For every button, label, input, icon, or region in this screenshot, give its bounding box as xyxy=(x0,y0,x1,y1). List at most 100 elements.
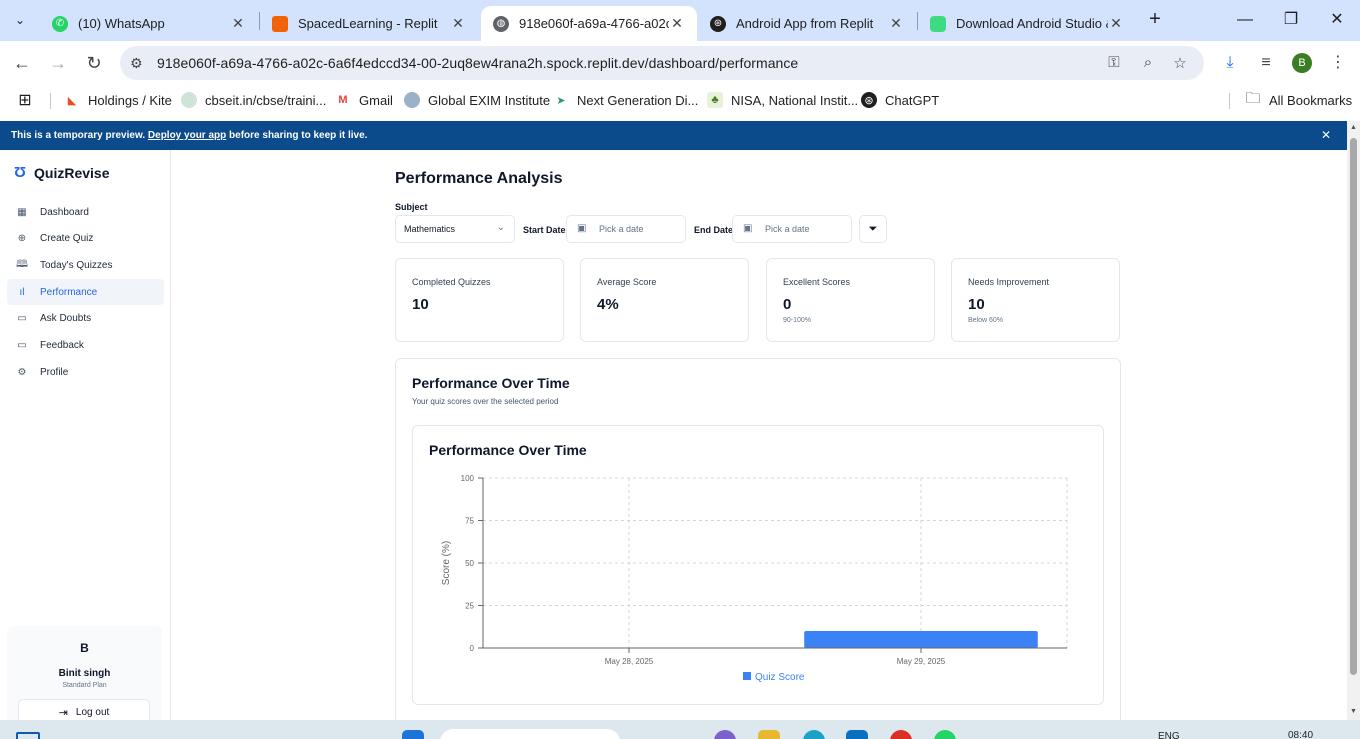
bookmark-nisa[interactable]: ♣ NISA, National Instit... xyxy=(707,91,858,109)
x-tick-label: May 29, 2025 xyxy=(897,657,946,666)
filter-button[interactable]: ⏷ xyxy=(859,215,887,243)
sidebar-item-todays-quizzes[interactable]: 🕮 Today's Quizzes xyxy=(7,252,164,278)
media-control-icon[interactable]: ≡ xyxy=(1254,51,1278,75)
profile-avatar[interactable]: B xyxy=(1292,53,1312,73)
tab-search-icon[interactable]: ⌄ xyxy=(8,8,32,32)
sidebar-item-label: Feedback xyxy=(40,339,84,351)
card-title: Performance Over Time xyxy=(412,375,570,391)
bar-chart-icon: ıl xyxy=(19,286,25,298)
chrome-icon[interactable] xyxy=(890,730,912,739)
tab-whatsapp[interactable]: ✆ (10) WhatsApp ✕ xyxy=(40,6,258,41)
whatsapp-icon[interactable] xyxy=(934,730,956,739)
close-tab-icon[interactable]: ✕ xyxy=(230,15,246,32)
scroll-up-icon[interactable]: ▲ xyxy=(1347,124,1360,131)
dashboard-icon: ▦ xyxy=(17,206,27,218)
minimize-icon[interactable]: — xyxy=(1233,8,1257,32)
sidebar-item-performance[interactable]: ıl Performance xyxy=(7,279,164,305)
tab-preview-active[interactable]: ◍ 918e060f-a69a-4766-a02c-6 ✕ xyxy=(481,6,697,41)
gmail-icon: M xyxy=(338,94,348,106)
taskbar-search[interactable] xyxy=(440,729,620,739)
y-tick-label: 100 xyxy=(461,474,475,483)
banner-text: before sharing to keep it live. xyxy=(226,130,368,141)
bookmark-exim[interactable]: Global EXIM Institute xyxy=(404,91,550,109)
tab-title: Download Android Studio & xyxy=(956,16,1108,31)
windows-icon[interactable] xyxy=(402,730,424,739)
stat-title: Completed Quizzes xyxy=(412,277,491,287)
edge-icon[interactable] xyxy=(803,730,825,739)
forward-icon[interactable]: → xyxy=(46,51,70,75)
brand[interactable]: Ʊ QuizRevise xyxy=(14,164,110,181)
menu-icon[interactable]: ⋮ xyxy=(1326,51,1350,75)
sidebar-item-feedback[interactable]: ▭ Feedback xyxy=(7,332,164,358)
sidebar-item-dashboard[interactable]: ▦ Dashboard xyxy=(7,199,164,225)
close-tab-icon[interactable]: ✕ xyxy=(450,15,466,32)
chatgpt-icon: ⊛ xyxy=(861,92,877,108)
calendar-icon: ▣ xyxy=(577,223,587,234)
scroll-down-icon[interactable]: ▼ xyxy=(1347,708,1360,715)
site-info-icon[interactable]: ⚙ xyxy=(130,55,143,72)
close-tab-icon[interactable]: ✕ xyxy=(1108,15,1124,32)
logout-button[interactable]: ⇥ Log out xyxy=(18,699,150,720)
taskbar-app-icon[interactable] xyxy=(714,730,736,739)
main-content: Performance Analysis Subject Mathematics… xyxy=(171,150,1347,720)
sidebar-item-create-quiz[interactable]: ⊕ Create Quiz xyxy=(7,225,164,251)
sidebar-item-label: Profile xyxy=(40,366,69,378)
sidebar-item-label: Dashboard xyxy=(40,206,89,218)
user-card: B Binit singh Standard Plan ⇥ Log out xyxy=(7,626,162,720)
page-scrollbar[interactable]: ▲ ▼ xyxy=(1347,121,1360,720)
nisa-icon: ♣ xyxy=(707,92,723,108)
close-tab-icon[interactable]: ✕ xyxy=(888,15,904,32)
scroll-thumb[interactable] xyxy=(1350,138,1357,675)
legend-label: Quiz Score xyxy=(755,672,805,683)
reload-icon[interactable]: ↻ xyxy=(82,51,106,75)
bookmark-next-generation[interactable]: ➤ Next Generation Di... xyxy=(553,91,698,109)
filter-icon: ⏷ xyxy=(868,223,878,235)
sidebar-item-ask-doubts[interactable]: ▭ Ask Doubts xyxy=(7,305,164,331)
tab-android-studio[interactable]: Download Android Studio & ✕ xyxy=(918,6,1136,41)
bookmark-cbse[interactable]: cbseit.in/cbse/traini... xyxy=(181,91,326,109)
zoom-icon[interactable]: ⌕ xyxy=(1138,54,1158,74)
start-icon[interactable] xyxy=(16,732,40,739)
end-date-picker[interactable]: ▣ Pick a date xyxy=(732,215,852,243)
bookmark-kite[interactable]: ◣ Holdings / Kite xyxy=(64,91,172,109)
file-explorer-icon[interactable] xyxy=(758,730,780,739)
back-icon[interactable]: ← xyxy=(10,51,34,75)
bookmark-label: cbseit.in/cbse/traini... xyxy=(205,92,327,108)
password-key-icon[interactable]: ⚿ xyxy=(1104,54,1124,74)
download-icon[interactable]: ⤓ xyxy=(1218,51,1242,75)
x-tick-label: May 28, 2025 xyxy=(605,657,654,666)
bookmark-chatgpt[interactable]: ⊛ ChatGPT xyxy=(861,91,939,109)
store-icon[interactable] xyxy=(846,730,868,739)
deploy-link[interactable]: Deploy your app xyxy=(148,130,226,141)
language-indicator[interactable]: ENG xyxy=(1158,731,1180,739)
y-tick-label: 0 xyxy=(470,644,475,653)
stat-card-average: Average Score 4% xyxy=(580,258,749,342)
tab-android-app[interactable]: ⊛ Android App from Replit ✕ xyxy=(698,6,916,41)
subject-select[interactable]: Mathematics ⌄ xyxy=(395,215,515,243)
feedback-icon: ▭ xyxy=(17,339,27,351)
close-tab-icon[interactable]: ✕ xyxy=(669,15,685,32)
new-tab-icon[interactable]: + xyxy=(1144,9,1166,31)
clock[interactable]: 08:40 xyxy=(1288,730,1313,739)
avatar: B xyxy=(80,641,89,655)
app-page: Ʊ QuizRevise ▦ Dashboard ⊕ Create Quiz 🕮… xyxy=(0,150,1347,720)
restore-icon[interactable]: ❐ xyxy=(1279,8,1303,32)
banner-close-icon[interactable]: ✕ xyxy=(1321,128,1331,142)
apps-grid-icon[interactable]: ⊞ xyxy=(17,91,41,109)
sidebar-item-profile[interactable]: ⚙ Profile xyxy=(7,359,164,385)
url-text[interactable]: 918e060f-a69a-4766-a02c-6a6f4edccd34-00-… xyxy=(157,55,798,71)
start-date-picker[interactable]: ▣ Pick a date xyxy=(566,215,686,243)
close-window-icon[interactable]: ✕ xyxy=(1325,8,1349,32)
calendar-icon: ▣ xyxy=(743,223,753,234)
all-bookmarks[interactable]: 🗀 All Bookmarks xyxy=(1245,90,1352,109)
bookmark-star-icon[interactable]: ☆ xyxy=(1170,54,1190,74)
tab-title: Android App from Replit xyxy=(736,16,874,31)
start-date-placeholder: Pick a date xyxy=(599,224,644,234)
stat-value: 4% xyxy=(597,296,619,313)
bookmark-gmail[interactable]: M Gmail xyxy=(335,91,393,109)
tab-replit[interactable]: SpacedLearning - Replit ✕ xyxy=(260,6,478,41)
address-bar[interactable]: ⚙ 918e060f-a69a-4766-a02c-6a6f4edccd34-0… xyxy=(120,46,1204,80)
y-tick-label: 50 xyxy=(465,559,474,568)
bookmarks-bar: ⊞ ◣ Holdings / Kite cbseit.in/cbse/train… xyxy=(0,85,1360,115)
tab-title: (10) WhatsApp xyxy=(78,16,165,31)
